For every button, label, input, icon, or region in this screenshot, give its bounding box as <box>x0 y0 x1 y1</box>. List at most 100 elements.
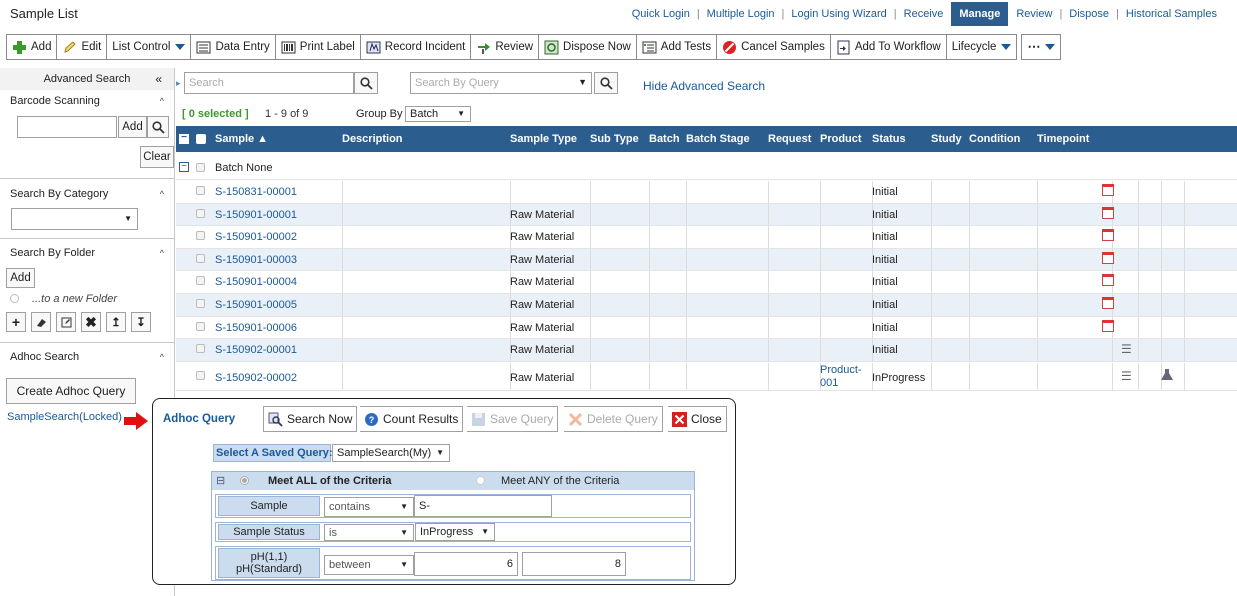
search-by-query-select[interactable]: Search By Query ▼ <box>410 72 592 94</box>
dispose-now-button[interactable]: Dispose Now <box>539 34 637 60</box>
more-menu-button[interactable]: ⋯ <box>1021 34 1062 60</box>
barcode-scanning-header[interactable]: Barcode Scanning ^ <box>0 90 174 112</box>
add-button[interactable]: Add <box>6 34 58 60</box>
criterion-operator-select[interactable]: contains ▼ <box>324 497 414 517</box>
table-row[interactable]: S-150902-00001 Raw Material Initial ☰ <box>176 339 1237 362</box>
search-by-category-header[interactable]: Search By Category ^ <box>0 178 174 208</box>
search-by-folder-header[interactable]: Search By Folder ^ <box>0 238 174 266</box>
list-control-dropdown[interactable]: List Control <box>107 34 192 60</box>
table-row[interactable]: S-150901-00003 Raw Material Initial <box>176 248 1237 272</box>
criterion-max-input[interactable]: 8 <box>522 552 626 576</box>
table-row[interactable]: S-150901-00002 Raw Material Initial <box>176 226 1237 249</box>
row-checkbox[interactable] <box>196 231 205 241</box>
lifecycle-dropdown[interactable]: Lifecycle <box>946 34 1018 60</box>
barcode-input[interactable] <box>17 116 117 138</box>
calendar-icon[interactable] <box>1102 251 1114 264</box>
col-status[interactable]: Status <box>872 133 906 145</box>
barcode-add-button[interactable]: Add <box>118 116 147 138</box>
rename-icon[interactable] <box>56 312 76 332</box>
collapse-icon[interactable]: « <box>155 72 162 86</box>
group-checkbox[interactable] <box>196 163 205 172</box>
worksheet-icon[interactable]: ☰ <box>1121 342 1132 356</box>
calendar-icon[interactable] <box>1102 274 1114 287</box>
eraser-icon[interactable] <box>31 312 51 332</box>
col-sub-type[interactable]: Sub Type <box>590 133 639 145</box>
row-checkbox[interactable] <box>196 370 205 380</box>
table-row[interactable]: S-150901-00006 Raw Material Initial <box>176 316 1237 340</box>
expand-icon[interactable]: ▸ <box>176 72 183 94</box>
row-checkbox[interactable] <box>196 321 205 331</box>
add-to-workflow-button[interactable]: Add To Workflow <box>830 34 947 60</box>
col-product[interactable]: Product <box>820 133 862 145</box>
sample-id-link[interactable]: S-150901-00002 <box>215 231 297 243</box>
search-now-button[interactable]: Search Now <box>263 406 358 432</box>
table-row[interactable]: S-150901-00005 Raw Material Initial <box>176 294 1237 317</box>
calendar-icon[interactable] <box>1102 184 1114 196</box>
search-icon[interactable] <box>354 72 378 94</box>
nav-manage[interactable]: Manage <box>951 2 1009 26</box>
col-sample-type[interactable]: Sample Type <box>510 133 577 145</box>
col-request[interactable]: Request <box>768 133 811 145</box>
adhoc-search-header[interactable]: Adhoc Search ^ <box>0 342 174 370</box>
criterion-status-select[interactable]: InProgress ▼ <box>415 523 495 541</box>
criterion-min-input[interactable]: 6 <box>414 552 518 576</box>
sample-id-link[interactable]: S-150901-00001 <box>215 209 297 221</box>
delete-folder-icon[interactable]: ✖ <box>81 312 101 332</box>
search-input[interactable]: Search <box>184 72 354 94</box>
criterion-value-input[interactable]: S- <box>414 495 552 517</box>
nav-login-wizard[interactable]: Login Using Wizard <box>791 8 886 20</box>
add-folder-icon[interactable]: + <box>6 312 26 332</box>
calendar-icon[interactable] <box>1102 206 1114 219</box>
data-entry-button[interactable]: Data Entry <box>191 34 276 60</box>
sample-id-link[interactable]: S-150902-00001 <box>215 344 297 356</box>
search-icon[interactable] <box>147 116 169 138</box>
col-condition[interactable]: Condition <box>969 133 1020 145</box>
close-button[interactable]: Close <box>668 406 727 432</box>
col-batch[interactable]: Batch <box>649 133 680 145</box>
col-sample[interactable]: Sample ▲ <box>215 133 268 145</box>
meet-all-radio[interactable] <box>240 476 249 485</box>
nav-receive[interactable]: Receive <box>904 8 944 20</box>
calendar-icon[interactable] <box>1102 319 1114 332</box>
nav-quick-login[interactable]: Quick Login <box>632 8 690 20</box>
group-row[interactable]: − Batch None <box>176 156 1237 180</box>
flask-icon[interactable] <box>1160 368 1174 385</box>
count-results-button[interactable]: ? Count Results <box>360 406 464 432</box>
select-all-checkbox[interactable] <box>196 134 206 144</box>
group-by-select[interactable]: Batch ▼ <box>405 106 471 122</box>
product-link[interactable]: Product- 001 <box>820 364 862 390</box>
barcode-clear-button[interactable]: Clear <box>140 146 174 168</box>
col-study[interactable]: Study <box>931 133 962 145</box>
criterion-operator-select[interactable]: is ▼ <box>324 524 414 541</box>
saved-query-link[interactable]: SampleSearch(Locked) <box>7 411 122 423</box>
save-query-button[interactable]: Save Query <box>467 406 559 432</box>
sample-id-link[interactable]: S-150831-00001 <box>215 186 297 198</box>
new-folder-radio[interactable] <box>10 294 19 303</box>
table-row[interactable]: S-150901-00001 Raw Material Initial <box>176 203 1237 227</box>
add-tests-button[interactable]: Add Tests <box>636 34 718 60</box>
nav-historical-samples[interactable]: Historical Samples <box>1126 8 1217 20</box>
row-checkbox[interactable] <box>196 344 205 354</box>
folder-add-button[interactable]: Add <box>6 268 35 288</box>
meet-any-radio[interactable] <box>476 476 485 485</box>
move-down-icon[interactable]: ↧ <box>131 312 151 332</box>
saved-query-select[interactable]: SampleSearch(My) ▼ <box>332 444 450 462</box>
sample-id-link[interactable]: S-150901-00005 <box>215 299 297 311</box>
table-row[interactable]: S-150831-00001 Initial <box>176 181 1237 204</box>
collapse-group-icon[interactable]: − <box>179 162 189 172</box>
record-incident-button[interactable]: Record Incident <box>360 34 472 60</box>
calendar-icon[interactable] <box>1102 229 1114 242</box>
sample-id-link[interactable]: S-150901-00004 <box>215 276 297 288</box>
sample-id-link[interactable]: S-150901-00006 <box>215 322 297 334</box>
worksheet-icon[interactable]: ☰ <box>1121 369 1132 383</box>
move-up-icon[interactable]: ↥ <box>106 312 126 332</box>
delete-query-button[interactable]: Delete Query <box>564 406 663 432</box>
table-row[interactable]: S-150901-00004 Raw Material Initial <box>176 271 1237 294</box>
collapse-all-icon[interactable]: − <box>179 133 189 144</box>
col-timepoint[interactable]: Timepoint <box>1037 133 1089 145</box>
row-checkbox[interactable] <box>196 276 205 286</box>
cancel-samples-button[interactable]: Cancel Samples <box>717 34 831 60</box>
table-row[interactable]: S-150902-00002 Raw Material Product- 001 In… <box>176 362 1237 391</box>
edit-button[interactable]: Edit <box>57 34 108 60</box>
criterion-operator-select[interactable]: between ▼ <box>324 555 414 575</box>
